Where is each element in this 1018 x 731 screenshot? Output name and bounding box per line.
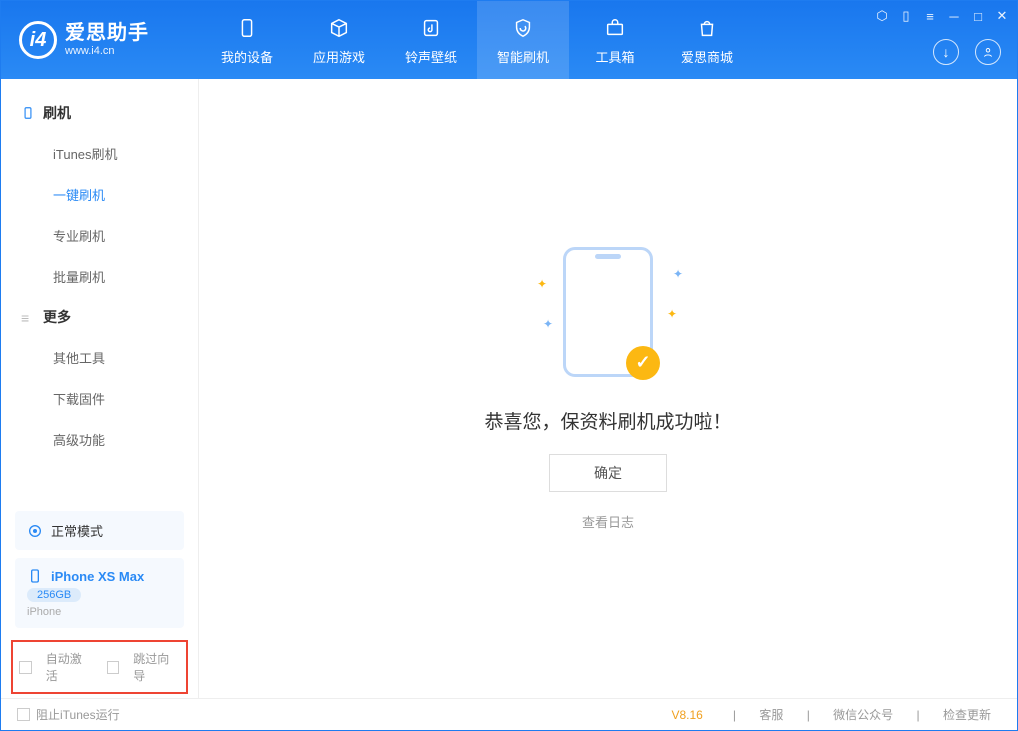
refresh-icon <box>27 523 43 539</box>
footer: 阻止iTunes运行 V8.16 | 客服 | 微信公众号 | 检查更新 <box>1 698 1017 730</box>
tab-label: 爱思商城 <box>681 47 733 66</box>
device-icon <box>21 106 35 120</box>
success-illustration: ✦ ✦ ✦ ✦ ✓ <box>563 247 653 377</box>
mode-label: 正常模式 <box>51 521 103 540</box>
mode-box[interactable]: 正常模式 <box>15 511 184 550</box>
sidebar: 刷机 iTunes刷机 一键刷机 专业刷机 批量刷机 ≡ 更多 其他工具 下载固… <box>1 79 199 698</box>
label-block-itunes: 阻止iTunes运行 <box>36 706 120 723</box>
phone-outline-icon <box>27 568 43 584</box>
logo: i4 爱思助手 www.i4.cn <box>1 21 201 59</box>
check-icon: ✓ <box>626 346 660 380</box>
tab-label: 工具箱 <box>595 47 634 66</box>
sidebar-item-batch-flash[interactable]: 批量刷机 <box>1 256 198 297</box>
device-box[interactable]: iPhone XS Max 256GB iPhone <box>15 558 184 628</box>
footer-link-wechat[interactable]: 微信公众号 <box>833 708 893 722</box>
options-row: 自动激活 跳过向导 <box>11 640 188 694</box>
top-tabs: 我的设备 应用游戏 铃声壁纸 智能刷机 工具箱 爱思商城 <box>201 1 753 79</box>
sidebar-item-other-tools[interactable]: 其他工具 <box>1 337 198 378</box>
phone-icon <box>234 15 260 41</box>
device-name: iPhone XS Max <box>51 569 144 584</box>
section-more: ≡ 更多 <box>1 297 198 337</box>
checkbox-block-itunes[interactable] <box>17 708 30 721</box>
logo-icon: i4 <box>19 21 57 59</box>
spark-icon: ✦ <box>543 317 553 331</box>
music-icon <box>418 15 444 41</box>
brand-site: www.i4.cn <box>65 45 149 57</box>
menu-icon[interactable]: ≡ <box>923 9 937 23</box>
bag-icon <box>694 15 720 41</box>
body: 刷机 iTunes刷机 一键刷机 专业刷机 批量刷机 ≡ 更多 其他工具 下载固… <box>1 79 1017 698</box>
section-title: 刷机 <box>43 103 71 123</box>
shield-refresh-icon <box>510 15 536 41</box>
checkbox-skip-guide[interactable] <box>107 661 120 674</box>
tab-store[interactable]: 爱思商城 <box>661 1 753 79</box>
phone-illustration: ✓ <box>563 247 653 377</box>
footer-link-update[interactable]: 检查更新 <box>943 708 991 722</box>
section-title: 更多 <box>43 307 71 327</box>
tab-label: 铃声壁纸 <box>405 47 457 66</box>
tshirt-icon[interactable]: ⬡ <box>875 9 889 23</box>
view-log-link[interactable]: 查看日志 <box>582 512 634 531</box>
checkbox-auto-activate[interactable] <box>19 661 32 674</box>
list-icon: ≡ <box>21 310 35 324</box>
sidebar-item-advanced[interactable]: 高级功能 <box>1 419 198 460</box>
app-window: i4 爱思助手 www.i4.cn 我的设备 应用游戏 铃声壁纸 智能刷机 <box>0 0 1018 731</box>
cube-icon <box>326 15 352 41</box>
tab-ringtones[interactable]: 铃声壁纸 <box>385 1 477 79</box>
section-flash: 刷机 <box>1 93 198 133</box>
header: i4 爱思助手 www.i4.cn 我的设备 应用游戏 铃声壁纸 智能刷机 <box>1 1 1017 79</box>
success-message: 恭喜您，保资料刷机成功啦！ <box>484 407 731 434</box>
header-actions: ↓ <box>933 39 1001 65</box>
main-content: ✦ ✦ ✦ ✦ ✓ 恭喜您，保资料刷机成功啦！ 确定 查看日志 <box>199 79 1017 698</box>
user-icon[interactable] <box>975 39 1001 65</box>
minimize-button[interactable]: ─ <box>947 9 961 23</box>
download-icon[interactable]: ↓ <box>933 39 959 65</box>
tab-flash[interactable]: 智能刷机 <box>477 1 569 79</box>
tab-my-device[interactable]: 我的设备 <box>201 1 293 79</box>
device-capacity: 256GB <box>27 588 81 602</box>
sidebar-item-oneclick-flash[interactable]: 一键刷机 <box>1 174 198 215</box>
side-nav: 刷机 iTunes刷机 一键刷机 专业刷机 批量刷机 ≡ 更多 其他工具 下载固… <box>1 79 198 507</box>
tab-label: 应用游戏 <box>313 47 365 66</box>
brand-name: 爱思助手 <box>65 23 149 43</box>
sidebar-item-download-firmware[interactable]: 下载固件 <box>1 378 198 419</box>
close-button[interactable]: ✕ <box>995 9 1009 23</box>
ok-button[interactable]: 确定 <box>549 454 667 492</box>
tab-label: 我的设备 <box>221 47 273 66</box>
tab-label: 智能刷机 <box>497 47 549 66</box>
window-controls: ⬡ ▯ ≡ ─ □ ✕ <box>875 9 1009 23</box>
lock-icon[interactable]: ▯ <box>899 9 913 23</box>
version: V8.16 <box>672 708 703 722</box>
label-auto-activate: 自动激活 <box>46 650 93 684</box>
spark-icon: ✦ <box>673 267 683 281</box>
label-skip-guide: 跳过向导 <box>133 650 180 684</box>
sidebar-item-pro-flash[interactable]: 专业刷机 <box>1 215 198 256</box>
device-type: iPhone <box>27 606 61 618</box>
footer-link-support[interactable]: 客服 <box>759 708 783 722</box>
maximize-button[interactable]: □ <box>971 9 985 23</box>
sidebar-item-itunes-flash[interactable]: iTunes刷机 <box>1 133 198 174</box>
tab-toolbox[interactable]: 工具箱 <box>569 1 661 79</box>
spark-icon: ✦ <box>667 307 677 321</box>
footer-links: | 客服 | 微信公众号 | 检查更新 <box>723 706 1001 723</box>
toolbox-icon <box>602 15 628 41</box>
tab-apps[interactable]: 应用游戏 <box>293 1 385 79</box>
spark-icon: ✦ <box>537 277 547 291</box>
